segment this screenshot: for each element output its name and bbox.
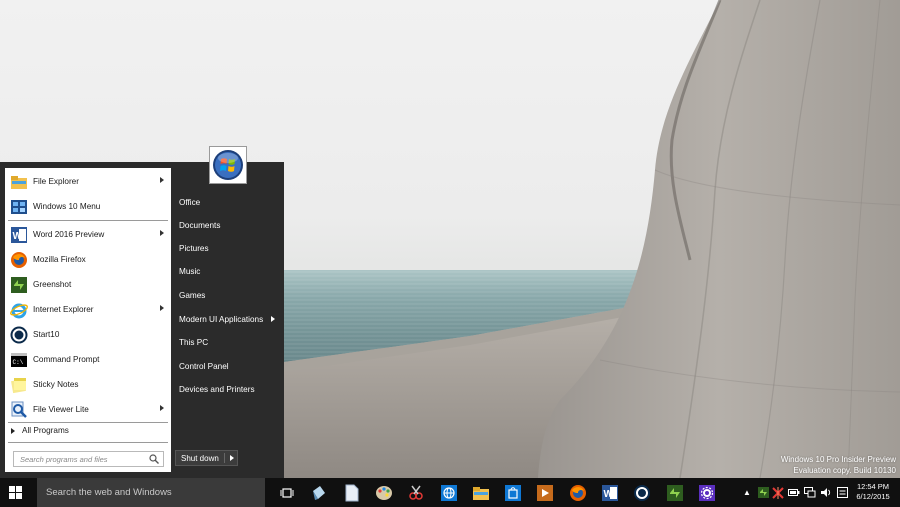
start-right-games[interactable]: Games <box>179 291 205 300</box>
start-right-music[interactable]: Music <box>179 267 200 276</box>
word-icon[interactable]: W <box>598 481 622 505</box>
menu-divider <box>8 220 168 221</box>
start-item-file-explorer[interactable]: File Explorer <box>5 169 171 194</box>
cmd-icon: C:\ <box>8 349 29 370</box>
start-item-label: Command Prompt <box>33 355 100 364</box>
start-right-pictures[interactable]: Pictures <box>179 244 209 253</box>
battery-icon[interactable] <box>787 478 801 507</box>
start-right-modern-ui-applications[interactable]: Modern UI Applications <box>179 315 263 324</box>
start-item-label: Internet Explorer <box>33 305 94 314</box>
firefox-icon <box>8 249 29 270</box>
svg-text:C:\: C:\ <box>12 359 23 366</box>
chevron-right-icon <box>160 305 164 311</box>
start-item-label: File Viewer Lite <box>33 405 89 414</box>
start-item-label: Sticky Notes <box>33 380 79 389</box>
windows-orb-icon <box>213 150 243 180</box>
start10-icon[interactable] <box>630 481 654 505</box>
greenshot-icon[interactable] <box>663 481 687 505</box>
clock-time: 12:54 PM <box>856 482 890 491</box>
start10-icon <box>8 324 29 345</box>
media-player-icon[interactable] <box>533 481 557 505</box>
paint-bucket-icon[interactable] <box>307 481 331 505</box>
settings-icon[interactable] <box>695 481 719 505</box>
start-item-label: Windows 10 Menu <box>33 202 101 211</box>
start-item-start10[interactable]: Start10 <box>5 322 171 347</box>
shutdown-button[interactable]: Shut down <box>175 450 238 466</box>
task-view-icon[interactable] <box>275 481 299 505</box>
action-center-icon[interactable] <box>835 478 849 507</box>
file-viewer-icon <box>8 399 29 420</box>
start-item-internet-explorer[interactable]: Internet Explorer <box>5 297 171 322</box>
firefox-icon[interactable] <box>566 481 590 505</box>
app-grid-icon <box>8 196 29 217</box>
document-icon[interactable] <box>340 481 364 505</box>
shutdown-options-arrow-icon[interactable] <box>230 455 234 461</box>
watermark-line1: Windows 10 Pro Insider Preview <box>780 455 896 464</box>
start-right-office[interactable]: Office <box>179 198 200 207</box>
start-item-sticky-notes[interactable]: Sticky Notes <box>5 372 171 397</box>
word-icon: W <box>8 224 29 245</box>
chevron-right-icon <box>11 427 15 434</box>
start-item-word-2016-preview[interactable]: W Word 2016 Preview <box>5 222 171 247</box>
start-right-control-panel[interactable]: Control Panel <box>179 362 229 371</box>
start-item-label: Start10 <box>33 330 60 339</box>
shutdown-label: Shut down <box>181 453 219 463</box>
taskbar-clock[interactable]: 12:54 PM 6/12/2015 <box>853 482 893 502</box>
watermark-line2: Evaluation copy. Build 10130 <box>793 466 896 475</box>
chevron-right-icon <box>160 230 164 236</box>
store-icon[interactable] <box>501 481 525 505</box>
start-search-input[interactable] <box>20 454 150 464</box>
start-item-label: File Explorer <box>33 177 79 186</box>
windows-logo-icon <box>8 486 22 499</box>
windows-watermark: Windows 10 Pro Insider Preview Evaluatio… <box>781 454 896 476</box>
user-picture[interactable] <box>209 146 247 184</box>
start-right-this-pc[interactable]: This PC <box>179 338 208 347</box>
chevron-right-icon <box>271 316 275 322</box>
taskbar-search-box[interactable]: Search the web and Windows <box>37 478 265 507</box>
start-item-command-prompt[interactable]: C:\ Command Prompt <box>5 347 171 372</box>
taskbar: Search the web and Windows W ▲ 12:54 PM … <box>0 478 900 507</box>
start-item-file-viewer-lite[interactable]: File Viewer Lite <box>5 397 171 422</box>
paint-palette-icon[interactable] <box>372 481 396 505</box>
start-item-windows-10-menu[interactable]: Windows 10 Menu <box>5 194 171 219</box>
start-right-devices-and-printers[interactable]: Devices and Printers <box>179 385 255 394</box>
start-search-box[interactable] <box>13 451 164 467</box>
all-programs-label: All Programs <box>22 426 69 435</box>
start-item-mozilla-firefox[interactable]: Mozilla Firefox <box>5 247 171 272</box>
start-item-greenshot[interactable]: Greenshot <box>5 272 171 297</box>
start-menu: File Explorer Windows 10 Menu W Word 201… <box>0 146 284 478</box>
show-hidden-icon[interactable]: ▲ <box>741 478 753 507</box>
start-button[interactable] <box>0 478 30 507</box>
network-error-icon[interactable] <box>771 478 785 507</box>
svg-text:W: W <box>604 489 614 500</box>
ie-icon <box>8 299 29 320</box>
taskbar-search-placeholder: Search the web and Windows <box>46 487 172 498</box>
file-explorer-icon[interactable] <box>469 481 493 505</box>
start-item-label: Greenshot <box>33 280 72 289</box>
start-item-label: Mozilla Firefox <box>33 255 86 264</box>
search-icon[interactable] <box>149 454 159 466</box>
menu-divider <box>8 422 168 423</box>
volume-icon[interactable] <box>819 478 833 507</box>
menu-divider <box>8 442 168 443</box>
start-menu-left-panel: File Explorer Windows 10 Menu W Word 201… <box>5 168 171 472</box>
all-programs-button[interactable]: All Programs <box>11 426 69 435</box>
start-right-documents[interactable]: Documents <box>179 221 220 230</box>
chevron-right-icon <box>160 177 164 183</box>
sticky-notes-icon <box>8 374 29 395</box>
svg-text:W: W <box>12 231 22 242</box>
clock-date: 6/12/2015 <box>856 492 890 501</box>
network-icon[interactable] <box>803 478 817 507</box>
start-item-label: Word 2016 Preview <box>33 230 105 239</box>
chevron-right-icon <box>160 405 164 411</box>
greenshot-icon <box>8 274 29 295</box>
greenshot-tray-icon[interactable] <box>756 478 770 507</box>
snipping-icon[interactable] <box>404 481 428 505</box>
network-globe-icon[interactable] <box>437 481 461 505</box>
folder-icon <box>8 171 29 192</box>
